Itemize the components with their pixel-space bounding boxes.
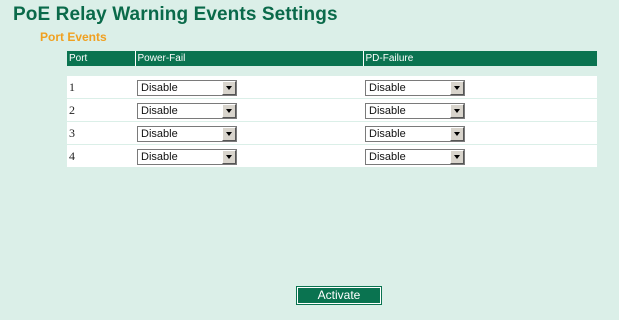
select-value: Disable — [141, 151, 178, 163]
port-number: 4 — [69, 149, 75, 163]
power-fail-select-port-3[interactable]: Disable — [137, 126, 237, 142]
select-value: Disable — [369, 128, 406, 140]
port-events-table: Port Power-Fail PD-Failure 1 Disable Dis… — [67, 51, 597, 168]
chevron-down-icon[interactable] — [450, 81, 464, 95]
select-value: Disable — [141, 105, 178, 117]
select-value: Disable — [369, 82, 406, 94]
power-fail-select-port-2[interactable]: Disable — [137, 103, 237, 119]
port-number: 1 — [69, 80, 75, 94]
pd-failure-select-port-2[interactable]: Disable — [365, 103, 465, 119]
chevron-down-icon[interactable] — [222, 150, 236, 164]
activate-button[interactable]: Activate — [296, 286, 382, 305]
pd-failure-select-port-1[interactable]: Disable — [365, 80, 465, 96]
chevron-down-icon[interactable] — [222, 104, 236, 118]
select-value: Disable — [141, 128, 178, 140]
chevron-down-icon[interactable] — [450, 150, 464, 164]
header-pd-failure: PD-Failure — [363, 51, 597, 66]
chevron-down-icon[interactable] — [222, 81, 236, 95]
table-row: 4 Disable Disable — [67, 144, 597, 168]
port-number: 3 — [69, 126, 75, 140]
pd-failure-select-port-3[interactable]: Disable — [365, 126, 465, 142]
select-value: Disable — [369, 105, 406, 117]
table-row: 3 Disable Disable — [67, 121, 597, 145]
chevron-down-icon[interactable] — [450, 127, 464, 141]
chevron-down-icon[interactable] — [222, 127, 236, 141]
port-number: 2 — [69, 103, 75, 117]
header-port: Port — [67, 51, 136, 66]
power-fail-select-port-4[interactable]: Disable — [137, 149, 237, 165]
table-row: 1 Disable Disable — [67, 76, 597, 99]
table-header-row: Port Power-Fail PD-Failure — [67, 51, 597, 66]
pd-failure-select-port-4[interactable]: Disable — [365, 149, 465, 165]
page-title: PoE Relay Warning Events Settings — [13, 4, 338, 25]
select-value: Disable — [141, 82, 178, 94]
chevron-down-icon[interactable] — [450, 104, 464, 118]
section-title: Port Events — [40, 30, 107, 44]
header-power-fail: Power-Fail — [135, 51, 364, 66]
power-fail-select-port-1[interactable]: Disable — [137, 80, 237, 96]
table-row: 2 Disable Disable — [67, 98, 597, 122]
select-value: Disable — [369, 151, 406, 163]
